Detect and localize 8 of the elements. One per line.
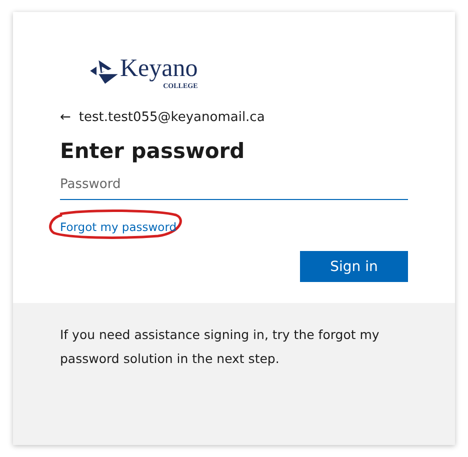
sign-in-button[interactable]: Sign in <box>300 251 408 282</box>
account-email: test.test055@keyanomail.ca <box>78 110 265 125</box>
sail-logo-icon <box>88 58 120 86</box>
logo-wordmark: Keyano <box>120 56 198 82</box>
page-title: Enter password <box>60 139 246 163</box>
forgot-password-link[interactable]: Forgot my password <box>60 220 177 234</box>
back-arrow-button[interactable]: ← <box>60 110 71 125</box>
help-text: If you need assistance signing in, try the forgot my password solution in the next step. <box>60 326 380 368</box>
